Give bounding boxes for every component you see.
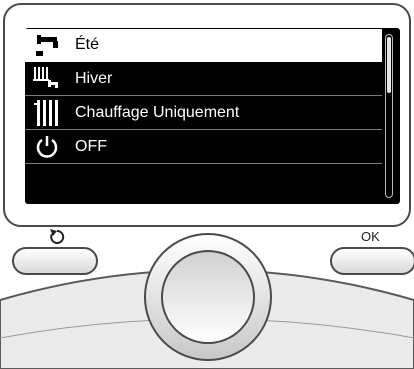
radiator-tap-icon <box>25 63 69 96</box>
ok-button[interactable] <box>330 247 414 275</box>
display-screen: Été Hiver Chauffage Uniquement OFF <box>25 28 400 204</box>
tap-icon <box>25 29 69 62</box>
power-icon <box>25 131 69 164</box>
back-arrow-icon <box>50 229 65 244</box>
rotary-knob[interactable] <box>142 231 274 363</box>
scroll-thumb[interactable] <box>387 37 391 93</box>
menu-label-hiver: Hiver <box>75 70 113 87</box>
thermostat-device: Été Hiver Chauffage Uniquement OFF OK <box>0 0 414 369</box>
back-button[interactable] <box>12 247 98 275</box>
menu-item-chauffage-uniquement[interactable]: Chauffage Uniquement <box>25 97 382 130</box>
ok-label: OK <box>361 229 380 244</box>
menu-label-off: OFF <box>75 138 107 155</box>
radiator-icon <box>25 97 69 130</box>
menu-label-ete: Été <box>75 36 100 53</box>
menu-item-ete[interactable]: Été <box>25 29 382 62</box>
menu-label-chauffage: Chauffage Uniquement <box>75 104 240 121</box>
scrollbar[interactable] <box>385 34 393 198</box>
menu-item-hiver[interactable]: Hiver <box>25 63 382 96</box>
menu-item-off[interactable]: OFF <box>25 131 382 164</box>
